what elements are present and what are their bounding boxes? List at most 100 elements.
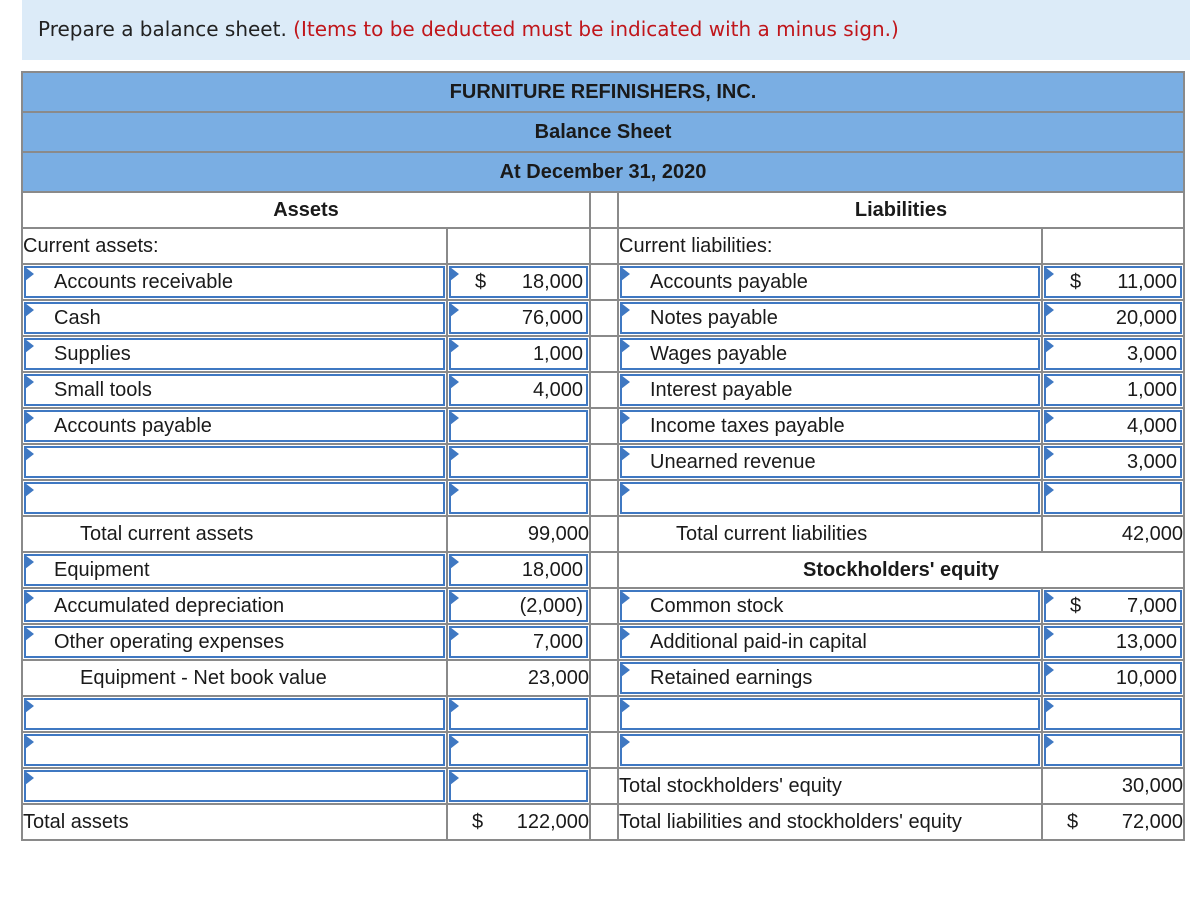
dropdown-marker-icon[interactable] bbox=[1045, 303, 1054, 317]
asset-amount-input[interactable]: 1,000 bbox=[449, 338, 588, 370]
liability-account-select[interactable]: Interest payable bbox=[620, 374, 1040, 406]
dropdown-marker-icon[interactable] bbox=[1045, 699, 1054, 713]
liability-account-select[interactable]: Notes payable bbox=[620, 302, 1040, 334]
equity-account-select[interactable] bbox=[620, 734, 1040, 766]
equity-amount-input[interactable]: 13,000 bbox=[1044, 626, 1183, 658]
dropdown-marker-icon[interactable] bbox=[450, 627, 459, 641]
liability-amount-input[interactable]: 4,000 bbox=[1044, 410, 1183, 442]
liability-amount-input[interactable]: 1,000 bbox=[1044, 374, 1183, 406]
asset-amount-input[interactable]: 7,000 bbox=[449, 626, 588, 658]
dropdown-marker-icon[interactable] bbox=[25, 339, 34, 353]
dropdown-marker-icon[interactable] bbox=[25, 303, 34, 317]
dropdown-marker-icon[interactable] bbox=[25, 483, 34, 497]
asset-amount-input[interactable] bbox=[449, 410, 588, 442]
dropdown-marker-icon[interactable] bbox=[621, 663, 630, 677]
dropdown-marker-icon[interactable] bbox=[1045, 339, 1054, 353]
liability-amount-input[interactable]: 3,000 bbox=[1044, 446, 1183, 478]
dropdown-marker-icon[interactable] bbox=[621, 735, 630, 749]
dropdown-marker-icon[interactable] bbox=[25, 699, 34, 713]
dropdown-marker-icon[interactable] bbox=[450, 735, 459, 749]
dropdown-marker-icon[interactable] bbox=[25, 375, 34, 389]
asset-account-select[interactable] bbox=[24, 770, 445, 802]
asset-account-select[interactable]: Supplies bbox=[24, 338, 445, 370]
asset-account-select[interactable] bbox=[24, 698, 445, 730]
dropdown-marker-icon[interactable] bbox=[1045, 591, 1054, 605]
equity-account-select[interactable]: Additional paid-in capital bbox=[620, 626, 1040, 658]
dropdown-marker-icon[interactable] bbox=[621, 339, 630, 353]
asset-amount-input[interactable] bbox=[449, 770, 588, 802]
dropdown-marker-icon[interactable] bbox=[621, 411, 630, 425]
asset-amount-input[interactable]: $18,000 bbox=[449, 266, 588, 298]
asset-account-select[interactable]: Accumulated depreciation bbox=[24, 590, 445, 622]
dropdown-marker-icon[interactable] bbox=[450, 483, 459, 497]
dropdown-marker-icon[interactable] bbox=[1045, 375, 1054, 389]
dropdown-marker-icon[interactable] bbox=[621, 447, 630, 461]
dropdown-marker-icon[interactable] bbox=[450, 771, 459, 785]
dropdown-marker-icon[interactable] bbox=[450, 699, 459, 713]
asset-account-select[interactable]: Other operating expenses bbox=[24, 626, 445, 658]
dropdown-marker-icon[interactable] bbox=[450, 267, 459, 281]
dropdown-marker-icon[interactable] bbox=[1045, 483, 1054, 497]
asset-amount-input[interactable] bbox=[449, 482, 588, 514]
equity-amount-input[interactable] bbox=[1044, 734, 1183, 766]
dropdown-marker-icon[interactable] bbox=[1045, 447, 1054, 461]
asset-account-select[interactable] bbox=[24, 482, 445, 514]
asset-account-select[interactable]: Accounts payable bbox=[24, 410, 445, 442]
liability-amount-input[interactable]: 20,000 bbox=[1044, 302, 1183, 334]
dropdown-marker-icon[interactable] bbox=[621, 699, 630, 713]
asset-account-select[interactable]: Equipment bbox=[24, 554, 445, 586]
dropdown-marker-icon[interactable] bbox=[25, 555, 34, 569]
equity-account-select[interactable]: Common stock bbox=[620, 590, 1040, 622]
liability-amount-input[interactable]: $11,000 bbox=[1044, 266, 1183, 298]
dropdown-marker-icon[interactable] bbox=[25, 447, 34, 461]
dropdown-marker-icon[interactable] bbox=[25, 591, 34, 605]
liability-amount-input[interactable] bbox=[1044, 482, 1183, 514]
liability-account-select[interactable]: Income taxes payable bbox=[620, 410, 1040, 442]
liability-amount-input[interactable]: 3,000 bbox=[1044, 338, 1183, 370]
equity-amount-input[interactable]: 10,000 bbox=[1044, 662, 1183, 694]
asset-amount-input[interactable] bbox=[449, 446, 588, 478]
liability-account-select[interactable]: Accounts payable bbox=[620, 266, 1040, 298]
dropdown-marker-icon[interactable] bbox=[450, 339, 459, 353]
dropdown-marker-icon[interactable] bbox=[1045, 663, 1054, 677]
dropdown-marker-icon[interactable] bbox=[450, 375, 459, 389]
dropdown-marker-icon[interactable] bbox=[621, 267, 630, 281]
equity-account-select[interactable]: Retained earnings bbox=[620, 662, 1040, 694]
dropdown-marker-icon[interactable] bbox=[621, 483, 630, 497]
asset-account-select[interactable] bbox=[24, 446, 445, 478]
dropdown-marker-icon[interactable] bbox=[25, 627, 34, 641]
dropdown-marker-icon[interactable] bbox=[25, 735, 34, 749]
dropdown-marker-icon[interactable] bbox=[25, 411, 34, 425]
liability-account-select[interactable] bbox=[620, 482, 1040, 514]
asset-amount-input[interactable]: 18,000 bbox=[449, 554, 588, 586]
dropdown-marker-icon[interactable] bbox=[621, 303, 630, 317]
asset-account-select[interactable] bbox=[24, 734, 445, 766]
dropdown-marker-icon[interactable] bbox=[621, 627, 630, 641]
asset-amount-input[interactable]: 76,000 bbox=[449, 302, 588, 334]
asset-amount-input[interactable]: 4,000 bbox=[449, 374, 588, 406]
dropdown-marker-icon[interactable] bbox=[25, 267, 34, 281]
liability-account-select[interactable]: Wages payable bbox=[620, 338, 1040, 370]
liability-account-select[interactable]: Unearned revenue bbox=[620, 446, 1040, 478]
asset-amount-input[interactable] bbox=[449, 734, 588, 766]
dropdown-marker-icon[interactable] bbox=[1045, 411, 1054, 425]
asset-account-select[interactable]: Cash bbox=[24, 302, 445, 334]
equity-amount-input[interactable]: $7,000 bbox=[1044, 590, 1183, 622]
dropdown-marker-icon[interactable] bbox=[1045, 735, 1054, 749]
asset-account-select[interactable]: Accounts receivable bbox=[24, 266, 445, 298]
dropdown-marker-icon[interactable] bbox=[621, 375, 630, 389]
dropdown-marker-icon[interactable] bbox=[1045, 267, 1054, 281]
asset-account-select[interactable]: Small tools bbox=[24, 374, 445, 406]
dropdown-marker-icon[interactable] bbox=[450, 555, 459, 569]
equity-account-select[interactable] bbox=[620, 698, 1040, 730]
dropdown-marker-icon[interactable] bbox=[450, 591, 459, 605]
equity-amount-input[interactable] bbox=[1044, 698, 1183, 730]
dropdown-marker-icon[interactable] bbox=[25, 771, 34, 785]
dropdown-marker-icon[interactable] bbox=[450, 447, 459, 461]
asset-amount-input[interactable] bbox=[449, 698, 588, 730]
dropdown-marker-icon[interactable] bbox=[621, 591, 630, 605]
dropdown-marker-icon[interactable] bbox=[1045, 627, 1054, 641]
dropdown-marker-icon[interactable] bbox=[450, 303, 459, 317]
dropdown-marker-icon[interactable] bbox=[450, 411, 459, 425]
asset-amount-input[interactable]: (2,000) bbox=[449, 590, 588, 622]
